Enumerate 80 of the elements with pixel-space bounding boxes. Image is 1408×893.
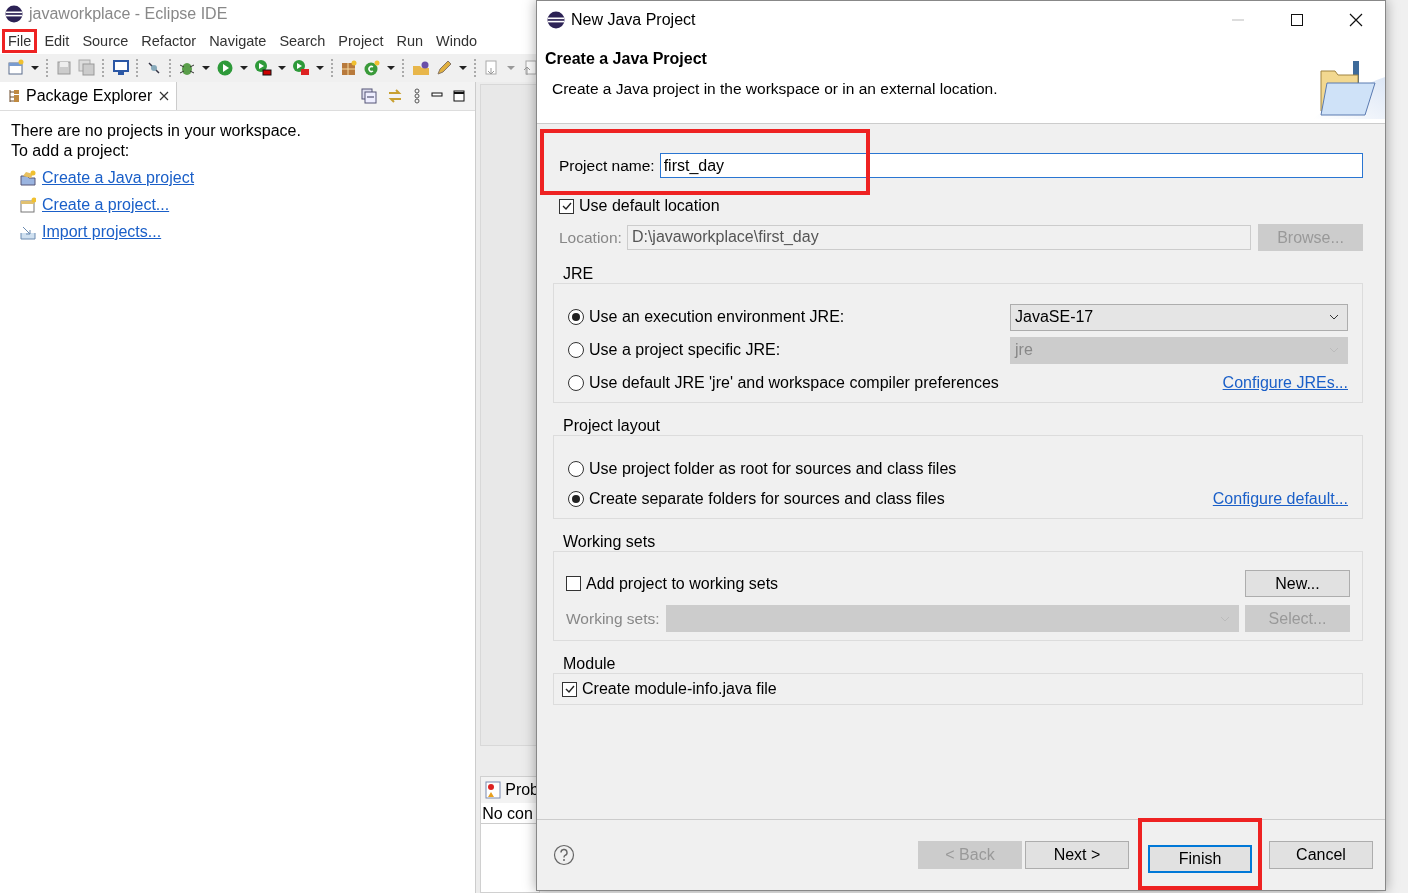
run-tool-icon[interactable] [292,59,311,77]
monitor-icon[interactable] [111,59,130,77]
new-file-icon[interactable] [7,59,25,77]
field-label: Working sets: [566,609,660,628]
checkbox-label: Use default location [579,197,720,215]
radio-button[interactable] [568,461,584,477]
dropdown[interactable]: JavaSE-17 [1010,303,1348,331]
menu-item[interactable]: Refactor [135,29,203,53]
menu-item[interactable]: Source [76,29,135,53]
checkbox-label: Add project to working sets [586,574,779,593]
button[interactable]: New... [1245,570,1350,597]
caret-icon[interactable] [239,63,250,73]
dialog-heading: Create a Java Project [545,50,708,68]
run-icon[interactable] [216,59,235,77]
radio-label: Use a project specific JRE: [589,341,781,359]
radio-label: Use project folder as root for sources and class files [589,460,957,478]
project-name-field[interactable]: first_day [659,153,1363,178]
caret-icon[interactable] [201,63,212,73]
maximize-icon[interactable] [453,90,466,102]
import-icon [20,224,36,240]
package-explorer-icon [8,89,20,103]
dialog-description: Create a Java project in the workspace or in an external location. [552,80,998,98]
link[interactable]: Configure default... [1212,490,1348,508]
field-label: Project name: [559,156,655,175]
group-title: JRE [562,265,595,284]
close-icon[interactable] [1349,13,1363,27]
checkbox[interactable] [566,576,581,591]
close-icon[interactable] [158,90,171,102]
java-project-icon [20,170,36,186]
link[interactable]: Configure JREs... [1222,374,1348,392]
tab-label: Package Explorer [26,87,153,105]
info-text: There are no projects in your workspace. [11,121,302,141]
window-title: New Java Project [571,11,696,29]
view-menu-icon[interactable] [413,88,422,104]
menu-item[interactable]: Edit [38,29,76,53]
chevron-down-icon [1329,314,1339,320]
view-tab[interactable]: Package Explorer [0,82,178,110]
caret-icon[interactable] [315,63,326,73]
radio-button[interactable] [568,309,584,325]
new-project-icon [20,197,36,213]
menu-item[interactable]: Windo [430,29,484,53]
eclipse-logo-icon [547,11,565,29]
eclipse-logo-icon [5,5,23,23]
caret-icon[interactable] [386,63,397,73]
caret-icon[interactable] [457,63,468,73]
radio-label: Create separate folders for sources and class files [589,490,945,508]
info-text: To add a project: [11,141,131,161]
package-icon[interactable] [340,59,359,77]
link[interactable]: Import projects... [42,222,162,242]
caret-icon[interactable] [30,63,40,73]
radio-button[interactable] [568,491,584,507]
field-label: Location: [559,228,622,247]
menu-item[interactable]: Search [273,29,332,53]
run-coverage-icon[interactable] [254,59,273,77]
radio-label: Use an execution environment JRE: [589,308,845,326]
group-title: Module [562,655,617,674]
menu-item[interactable]: Project [332,29,390,53]
problems-icon [485,781,502,799]
radio-label: Use default JRE 'jre' and workspace compiler preferences [589,374,999,392]
open-folder-icon[interactable] [411,59,430,77]
link[interactable]: Create a project... [42,195,170,215]
link[interactable]: Create a Java project [42,168,195,188]
menu-item[interactable]: Run [390,29,430,53]
group-title: Working sets [562,533,657,552]
maximize-icon[interactable] [1290,13,1304,27]
checkbox-label: Create module-info.java file [582,680,777,698]
checkbox[interactable] [562,681,577,697]
checkbox[interactable] [559,198,574,214]
window-title: javaworkplace - Eclipse IDE [29,5,228,23]
collapse-all-icon[interactable] [361,88,378,104]
button[interactable]: Cancel [1269,841,1373,869]
menu-item[interactable]: Navigate [203,29,273,53]
button[interactable]: Next > [1025,841,1129,869]
caret-icon[interactable] [277,63,288,73]
radio-button[interactable] [568,342,584,358]
help-icon[interactable] [553,844,575,866]
pen-icon[interactable] [434,59,453,77]
button[interactable]: Finish [1148,845,1252,873]
group-title: Project layout [562,417,661,436]
radio-button[interactable] [568,375,584,391]
